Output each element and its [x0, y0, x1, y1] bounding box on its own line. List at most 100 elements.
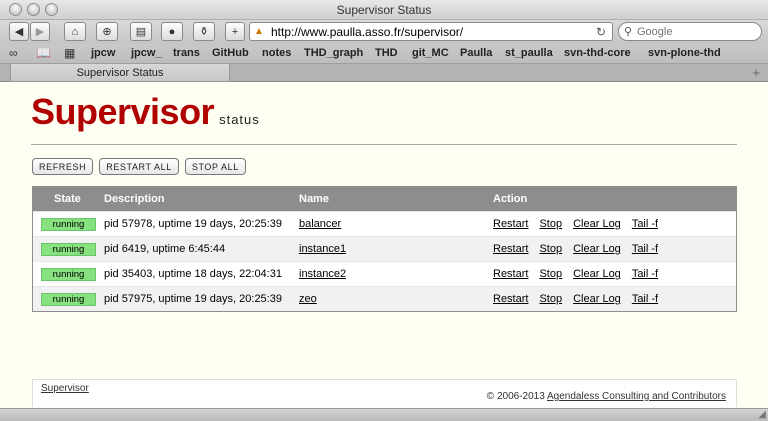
footer-supervisor-link[interactable]: Supervisor	[41, 383, 89, 394]
new-tab-plus-icon[interactable]: +	[752, 65, 760, 80]
extension-button-3[interactable]: ⚱	[193, 22, 215, 41]
resize-grip-icon[interactable]: ◢	[758, 409, 766, 420]
process-description: pid 35403, uptime 18 days, 22:04:31	[104, 268, 282, 280]
restart-all-button[interactable]: RESTART ALL	[99, 158, 179, 175]
bookmarks-bar: ∞ 📖 ▦ jpcw jpcw_ trans GitHub notes THD_…	[0, 44, 768, 64]
bookmark-jpcw[interactable]: jpcw	[91, 47, 115, 59]
table-row: running pid 57975, uptime 19 days, 20:25…	[33, 286, 736, 311]
header-name: Name	[299, 193, 329, 205]
header-description: Description	[104, 193, 165, 205]
add-bookmark-button[interactable]: ⊕	[96, 22, 118, 41]
tab-strip: Supervisor Status +	[0, 64, 768, 82]
page-footer: Supervisor © 2006-2013 Agendaless Consul…	[32, 379, 737, 407]
new-tab-button[interactable]: +	[225, 22, 245, 41]
global-actions: REFRESH RESTART ALL STOP ALL	[32, 158, 246, 175]
refresh-button[interactable]: REFRESH	[32, 158, 94, 175]
reader-glasses-icon[interactable]: ∞	[9, 46, 18, 60]
tail-link[interactable]: Tail -f	[632, 268, 658, 280]
clear-log-link[interactable]: Clear Log	[573, 268, 621, 280]
clear-log-link[interactable]: Clear Log	[573, 293, 621, 305]
table-row: running pid 57978, uptime 19 days, 20:25…	[33, 211, 736, 236]
status-badge: running	[41, 217, 96, 231]
plus-icon: +	[231, 25, 239, 38]
table-row: running pid 35403, uptime 18 days, 22:04…	[33, 261, 736, 286]
process-description: pid 6419, uptime 6:45:44	[104, 243, 226, 255]
bookmark-svn-plone-thd[interactable]: svn-plone-thd	[648, 47, 721, 59]
window-title: Supervisor Status	[336, 3, 432, 17]
process-table: State Description Name Action running pi…	[32, 186, 737, 312]
header-state: State	[54, 193, 81, 205]
github-icon: ●	[168, 25, 176, 38]
header-divider	[31, 144, 737, 145]
clear-log-link[interactable]: Clear Log	[573, 243, 621, 255]
bookmark-plus-icon: ⊕	[102, 26, 112, 38]
url-text[interactable]: http://www.paulla.asso.fr/supervisor/	[268, 25, 596, 39]
stop-all-button[interactable]: STOP ALL	[184, 158, 246, 175]
browser-toolbar: ◀ ▶ ⌂ ⊕ ▤ ● ⚱ + ▲ http://www.paulla.asso…	[0, 20, 768, 44]
back-arrow-icon: ◀	[14, 26, 24, 38]
home-icon: ⌂	[71, 25, 79, 38]
status-badge: running	[41, 292, 96, 306]
extension-button-2[interactable]: ●	[161, 22, 183, 41]
open-book-icon[interactable]: 📖	[36, 46, 51, 60]
bookmark-svn-thd-core[interactable]: svn-thd-core	[564, 47, 631, 59]
home-button[interactable]: ⌂	[64, 22, 86, 41]
restart-link[interactable]: Restart	[493, 243, 528, 255]
script-icon: ▤	[135, 26, 147, 38]
forward-button[interactable]: ▶	[30, 22, 50, 41]
footer-copyright: © 2006-2013 Agendaless Consulting and Co…	[487, 391, 726, 402]
bookmark-git-mc[interactable]: git_MC	[412, 47, 449, 59]
grid-icon[interactable]: ▦	[64, 46, 75, 60]
bookmark-paulla[interactable]: Paulla	[460, 47, 492, 59]
search-input[interactable]	[637, 25, 755, 38]
stop-link[interactable]: Stop	[539, 243, 562, 255]
tab-supervisor-status[interactable]: Supervisor Status	[10, 64, 230, 82]
clear-log-link[interactable]: Clear Log	[573, 218, 621, 230]
bookmark-thd-graph[interactable]: THD_graph	[304, 47, 363, 59]
status-badge: running	[41, 267, 96, 281]
site-favicon-icon: ▲	[254, 26, 264, 37]
bookmark-trans[interactable]: trans	[173, 47, 200, 59]
extension-button-1[interactable]: ▤	[130, 22, 152, 41]
browser-statusbar: ◢	[0, 408, 768, 421]
logo-sub-text: status	[219, 112, 260, 127]
bookmark-thd[interactable]: THD	[375, 47, 398, 59]
status-badge: running	[41, 242, 96, 256]
process-description: pid 57978, uptime 19 days, 20:25:39	[104, 218, 282, 230]
process-name-link[interactable]: balancer	[299, 218, 341, 230]
bookmark-notes[interactable]: notes	[262, 47, 291, 59]
restart-link[interactable]: Restart	[493, 293, 528, 305]
back-button[interactable]: ◀	[9, 22, 29, 41]
forward-arrow-icon: ▶	[35, 26, 45, 38]
header-action: Action	[493, 193, 528, 205]
tail-link[interactable]: Tail -f	[632, 218, 658, 230]
search-icon: ⚲	[623, 26, 633, 38]
stop-link[interactable]: Stop	[539, 218, 562, 230]
process-name-link[interactable]: instance2	[299, 268, 346, 280]
table-header: State Description Name Action	[33, 187, 736, 211]
address-bar[interactable]: ▲ http://www.paulla.asso.fr/supervisor/ …	[249, 22, 613, 41]
table-row: running pid 6419, uptime 6:45:44 instanc…	[33, 236, 736, 261]
bookmark-st-paulla[interactable]: st_paulla	[505, 47, 553, 59]
restart-link[interactable]: Restart	[493, 218, 528, 230]
window-titlebar: Supervisor Status	[0, 0, 768, 20]
stop-link[interactable]: Stop	[539, 268, 562, 280]
process-description: pid 57975, uptime 19 days, 20:25:39	[104, 293, 282, 305]
copyright-text: © 2006-2013	[486, 391, 545, 402]
restart-link[interactable]: Restart	[493, 268, 528, 280]
vase-icon: ⚱	[199, 26, 209, 38]
bookmark-jpcw_[interactable]: jpcw_	[131, 47, 162, 59]
bookmark-github[interactable]: GitHub	[212, 47, 249, 59]
reload-icon[interactable]: ↻	[596, 25, 612, 39]
process-name-link[interactable]: instance1	[299, 243, 346, 255]
page-content: Supervisor status REFRESH RESTART ALL ST…	[0, 82, 768, 408]
agendaless-link[interactable]: Agendaless Consulting and Contributors	[547, 391, 726, 402]
tab-title: Supervisor Status	[76, 66, 164, 79]
tail-link[interactable]: Tail -f	[632, 243, 658, 255]
tail-link[interactable]: Tail -f	[632, 293, 658, 305]
stop-link[interactable]: Stop	[539, 293, 562, 305]
process-name-link[interactable]: zeo	[299, 293, 317, 305]
search-field[interactable]: ⚲	[618, 22, 762, 41]
logo-main-text: Supervisor	[31, 91, 215, 132]
supervisor-logo: Supervisor status	[31, 91, 260, 133]
